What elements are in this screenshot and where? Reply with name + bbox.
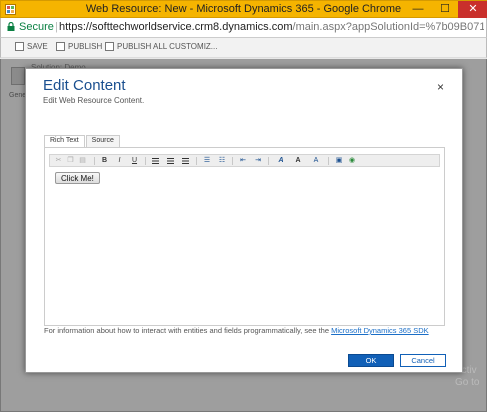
info-text: For information about how to interact wi… — [44, 326, 332, 335]
url-host: https://softtechworldservice.crm8.dynami… — [59, 21, 293, 33]
editor-toolbar: ✂ ❐ ▤ B I U ☰ ☷ ⇤ ⇥ A A A ▣ ◉ — [49, 154, 440, 167]
dialog-subtitle: Edit Web Resource Content. — [43, 96, 145, 105]
paste-icon[interactable]: ▤ — [78, 156, 87, 166]
italic-button[interactable]: I — [115, 156, 124, 166]
address-separator: | — [55, 21, 58, 33]
publish-all-button[interactable]: PUBLISH ALL CUSTOMIZ... — [105, 42, 217, 51]
maximize-button[interactable]: ☐ — [431, 1, 459, 18]
url-path: /main.aspx?appSolutionId=%7b09B0717D-63F… — [292, 21, 484, 33]
copy-icon[interactable]: ❐ — [66, 156, 75, 166]
publish-all-label: PUBLISH ALL CUSTOMIZ... — [117, 42, 218, 51]
click-me-button[interactable]: Click Me! — [55, 172, 100, 184]
insert-link-icon[interactable]: ◉ — [347, 156, 357, 166]
toolbar-separator — [145, 157, 146, 165]
editor-tabs: Rich Text Source — [44, 135, 121, 147]
toolbar-separator — [94, 157, 95, 165]
bold-button[interactable]: B — [100, 156, 109, 166]
font-size-decrease-button[interactable]: A — [309, 156, 323, 166]
underline-button[interactable]: U — [130, 156, 139, 166]
window-close-button[interactable]: ✕ — [458, 1, 487, 18]
ok-button[interactable]: OK — [348, 354, 394, 367]
watermark-line2: Go to — [455, 377, 480, 388]
publish-all-icon — [105, 42, 114, 51]
save-button[interactable]: SAVE — [15, 42, 48, 51]
secure-label: Secure — [19, 21, 54, 33]
publish-icon — [56, 42, 65, 51]
lock-icon — [7, 22, 15, 31]
rich-text-editor[interactable]: ✂ ❐ ▤ B I U ☰ ☷ ⇤ ⇥ A A A ▣ ◉ Click Me! — [44, 147, 445, 326]
sdk-info-text: For information about how to interact wi… — [44, 326, 449, 335]
toolbar-separator — [328, 157, 329, 165]
toolbar-separator — [232, 157, 233, 165]
sdk-link[interactable]: Microsoft Dynamics 365 SDK — [331, 326, 429, 335]
publish-label: PUBLISH — [68, 42, 103, 51]
dialog-title: Edit Content — [43, 77, 126, 94]
insert-image-icon[interactable]: ▣ — [334, 156, 344, 166]
command-bar: SAVE PUBLISH PUBLISH ALL CUSTOMIZ... — [0, 38, 487, 58]
align-right-icon[interactable] — [181, 156, 190, 166]
address-bar[interactable]: Secure | https://softtechworldservice.cr… — [0, 18, 487, 38]
minimize-button[interactable]: — — [404, 1, 432, 18]
dialog-close-icon[interactable]: × — [437, 80, 444, 94]
indent-icon[interactable]: ⇥ — [253, 156, 263, 166]
outdent-icon[interactable]: ⇤ — [238, 156, 248, 166]
font-color-button[interactable]: A — [274, 156, 288, 166]
window-titlebar: Web Resource: New - Microsoft Dynamics 3… — [0, 0, 487, 18]
tab-source[interactable]: Source — [85, 135, 120, 147]
cancel-button[interactable]: Cancel — [400, 354, 446, 367]
numbered-list-icon[interactable]: ☰ — [202, 156, 212, 166]
save-icon — [15, 42, 24, 51]
publish-button[interactable]: PUBLISH — [56, 42, 102, 51]
tab-rich-text[interactable]: Rich Text — [44, 135, 85, 147]
edit-content-dialog: Edit Content Edit Web Resource Content. … — [25, 68, 463, 373]
align-center-icon[interactable] — [166, 156, 175, 166]
font-size-increase-button[interactable]: A — [291, 156, 305, 166]
align-left-icon[interactable] — [151, 156, 160, 166]
bulleted-list-icon[interactable]: ☷ — [217, 156, 227, 166]
url-text[interactable]: https://softtechworldservice.crm8.dynami… — [59, 21, 484, 33]
toolbar-separator — [268, 157, 269, 165]
toolbar-separator — [196, 157, 197, 165]
cut-icon[interactable]: ✂ — [54, 156, 63, 166]
save-label: SAVE — [27, 42, 48, 51]
